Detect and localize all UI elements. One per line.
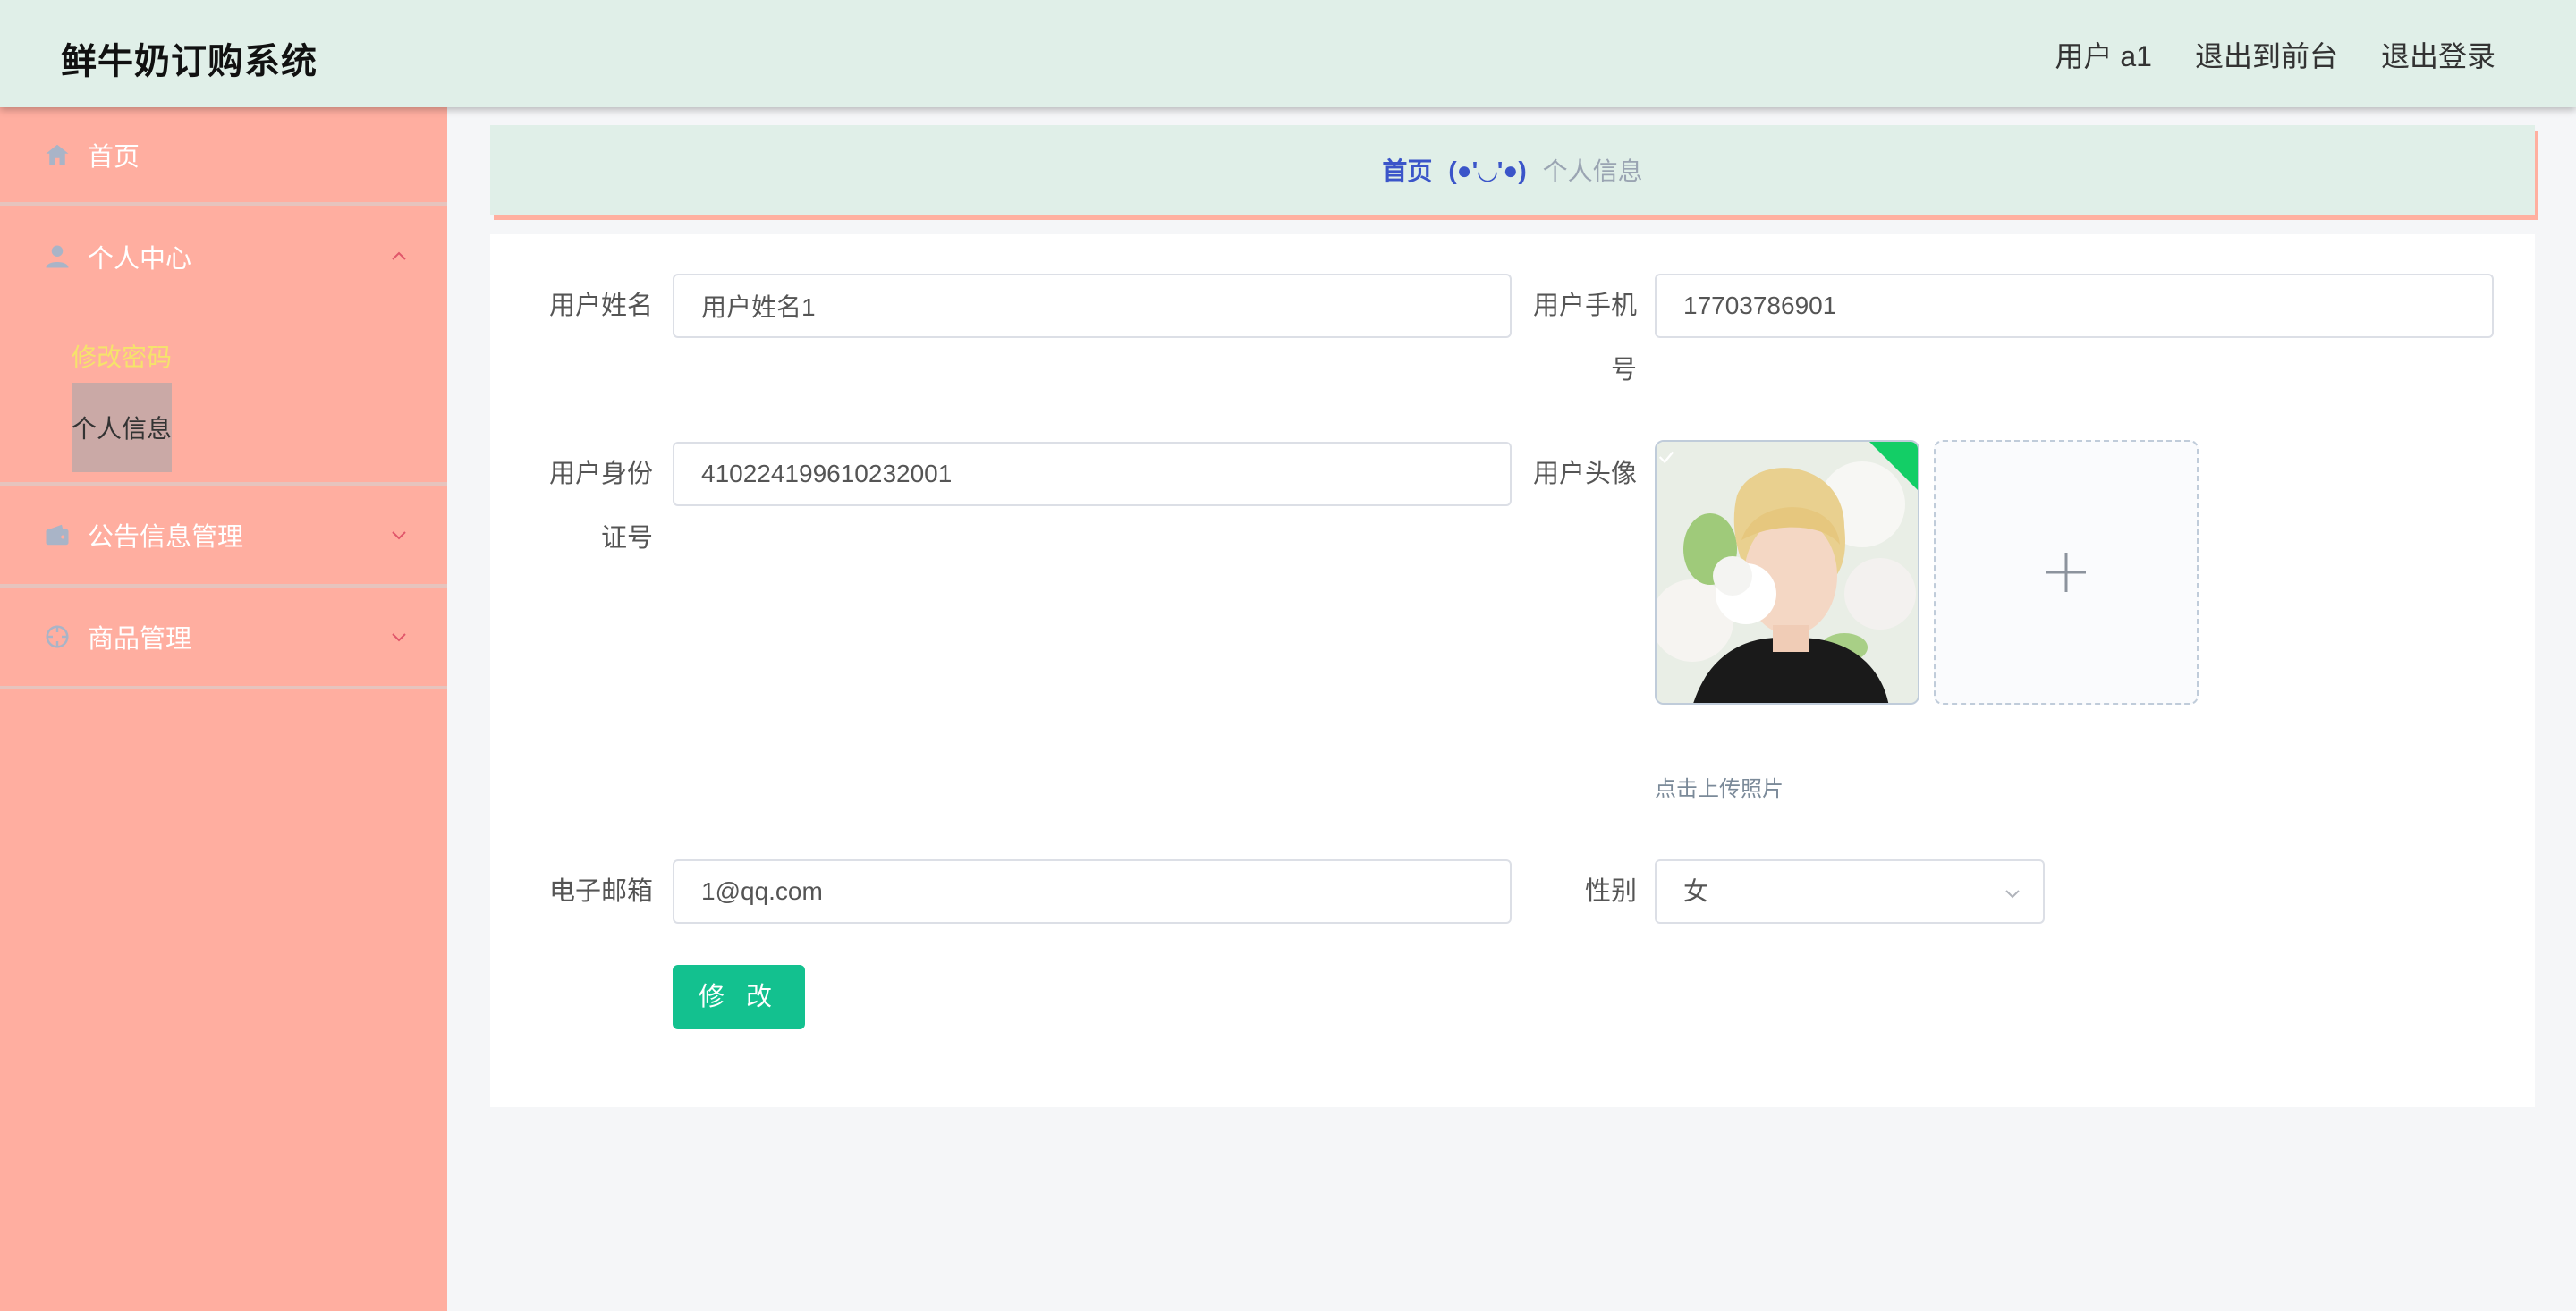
chevron-down-icon: [392, 531, 406, 540]
breadcrumb-home-link[interactable]: 首页: [1382, 152, 1432, 188]
gender-selected-value: 女: [1683, 877, 1709, 905]
id-number-label: 用户身份证号: [537, 442, 653, 571]
email-label: 电子邮箱: [548, 877, 653, 906]
sidebar-subitem-personal-info[interactable]: 个人信息: [72, 383, 172, 472]
user-icon: [43, 242, 72, 271]
sidebar-item-home[interactable]: 首页: [0, 107, 447, 206]
home-icon: [43, 140, 72, 169]
chevron-down-icon: [2005, 890, 2020, 899]
sidebar-item-product-management[interactable]: 商品管理: [0, 588, 447, 689]
exit-to-front-link[interactable]: 退出到前台: [2195, 34, 2338, 75]
breadcrumb-current: 个人信息: [1542, 157, 1643, 185]
plus-icon: [2046, 553, 2086, 592]
chevron-up-icon: [392, 251, 406, 260]
sidebar-item-notice-management[interactable]: 公告信息管理: [0, 486, 447, 588]
breadcrumb: 首页 (●'◡'●) 个人信息: [490, 125, 2535, 215]
avatar-label: 用户头像: [1532, 460, 1637, 488]
sidebar-item-label: 商品管理: [88, 625, 192, 654]
email-input[interactable]: [673, 859, 1512, 924]
id-number-label-text: 用户身份证号: [548, 460, 653, 553]
upload-success-badge: [1868, 442, 1918, 492]
logout-link[interactable]: 退出登录: [2381, 34, 2496, 75]
check-icon: [1658, 451, 1674, 464]
id-number-input[interactable]: [673, 442, 1512, 506]
gender-label: 性别: [1584, 877, 1637, 906]
sidebar-item-personal-center[interactable]: 个人中心: [0, 206, 447, 308]
name-input[interactable]: [673, 274, 1512, 338]
top-header: 鲜牛奶订购系统 用户 a1 退出到前台 退出登录: [0, 0, 2576, 107]
wallet-icon: [43, 520, 72, 549]
upload-hint-text: 点击上传照片: [1655, 777, 1784, 801]
name-label: 用户姓名: [548, 292, 653, 320]
phone-input[interactable]: [1655, 274, 2494, 338]
crosshair-icon: [43, 622, 72, 651]
sidebar-item-label: 个人中心: [88, 245, 192, 274]
breadcrumb-separator: (●'◡'●): [1448, 156, 1527, 184]
sidebar-item-label: 首页: [88, 143, 140, 172]
chevron-down-icon: [392, 633, 406, 642]
sidebar-subitem-change-password[interactable]: 修改密码: [72, 338, 172, 374]
avatar-upload-button[interactable]: [1934, 440, 2199, 705]
phone-label: 用户手机号: [1521, 274, 1637, 402]
phone-label-text: 用户手机号: [1532, 292, 1637, 385]
personal-center-submenu: 修改密码 个人信息: [0, 308, 447, 486]
sidebar-item-label: 公告信息管理: [88, 523, 244, 552]
app-title: 鲜牛奶订购系统: [61, 42, 318, 81]
gender-select[interactable]: 女: [1655, 859, 2045, 924]
avatar-thumbnail[interactable]: [1655, 440, 1919, 705]
sidebar: 首页 个人中心 修改密码 个人信息 公告信息管理 商品管理: [0, 107, 447, 1311]
header-links: 用户 a1 退出到前台 退出登录: [2055, 34, 2496, 75]
submit-button[interactable]: 修 改: [673, 965, 805, 1029]
current-user-label: 用户 a1: [2055, 40, 2152, 72]
